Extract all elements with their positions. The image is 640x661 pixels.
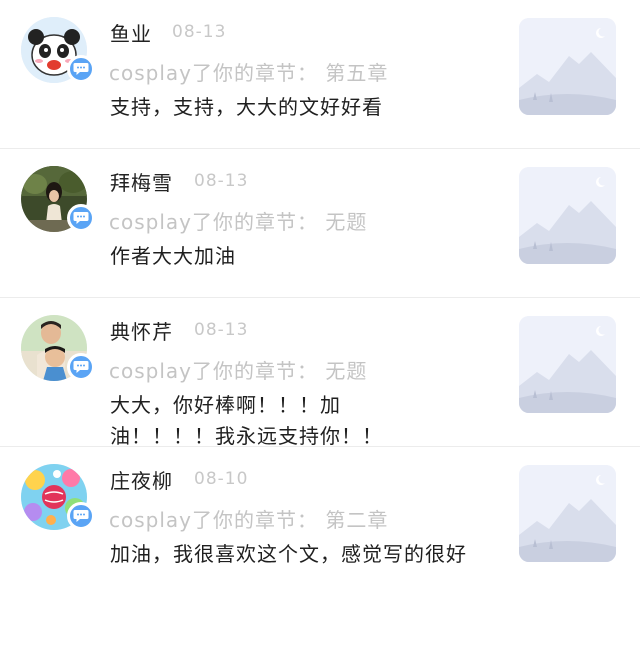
landscape-placeholder-icon <box>519 167 616 264</box>
commenter-name[interactable]: 庄夜柳 <box>110 465 173 494</box>
landscape-placeholder-icon <box>519 316 616 413</box>
chapter-reference: cosplay了你的章节： 第五章 <box>109 61 389 85</box>
comment-list: 鱼业 08-13 cosplay了你的章节： 第五章 支持，支持，大大的文好好看 <box>0 0 640 628</box>
chapter-thumbnail[interactable] <box>519 18 616 115</box>
chapter-reference: cosplay了你的章节： 第二章 <box>109 508 389 532</box>
chat-bubble-icon <box>73 63 89 75</box>
landscape-placeholder-icon <box>519 18 616 115</box>
commenter-name[interactable]: 鱼业 <box>110 18 152 47</box>
chapter-reference: cosplay了你的章节： 无题 <box>109 359 368 383</box>
commenter-name[interactable]: 拜梅雪 <box>110 167 173 196</box>
comment-date: 08-13 <box>172 22 227 42</box>
comment-text: 作者大大加油 <box>110 244 236 268</box>
comment-text: 大大，你好棒啊！！！加油！！！！我永远支持你！！ <box>110 393 383 448</box>
comment-date: 08-13 <box>194 171 249 191</box>
comment-text: 加油，我很喜欢这个文，感觉写的很好 <box>110 542 467 566</box>
chat-bubble-icon <box>73 212 89 224</box>
landscape-placeholder-icon <box>519 465 616 562</box>
comment-item[interactable]: 鱼业 08-13 cosplay了你的章节： 第五章 支持，支持，大大的文好好看 <box>0 0 640 149</box>
chapter-thumbnail[interactable] <box>519 465 616 562</box>
comment-badge <box>67 55 95 83</box>
comment-text: 支持，支持，大大的文好好看 <box>110 95 383 119</box>
comment-badge <box>67 204 95 232</box>
comment-badge <box>67 502 95 530</box>
comment-item[interactable]: 典怀芹 08-13 cosplay了你的章节： 无题 大大，你好棒啊！！！加油！… <box>0 298 640 448</box>
comment-item[interactable]: 拜梅雪 08-13 cosplay了你的章节： 无题 作者大大加油 <box>0 149 640 298</box>
chat-bubble-icon <box>73 361 89 373</box>
comment-badge <box>67 353 95 381</box>
chapter-reference: cosplay了你的章节： 无题 <box>109 210 368 234</box>
commenter-name[interactable]: 典怀芹 <box>110 316 173 345</box>
chat-bubble-icon <box>73 510 89 522</box>
chapter-thumbnail[interactable] <box>519 316 616 413</box>
comment-date: 08-10 <box>194 469 249 489</box>
comment-date: 08-13 <box>194 320 249 340</box>
chapter-thumbnail[interactable] <box>519 167 616 264</box>
comment-item[interactable]: 庄夜柳 08-10 cosplay了你的章节： 第二章 加油，我很喜欢这个文，感… <box>0 447 640 628</box>
